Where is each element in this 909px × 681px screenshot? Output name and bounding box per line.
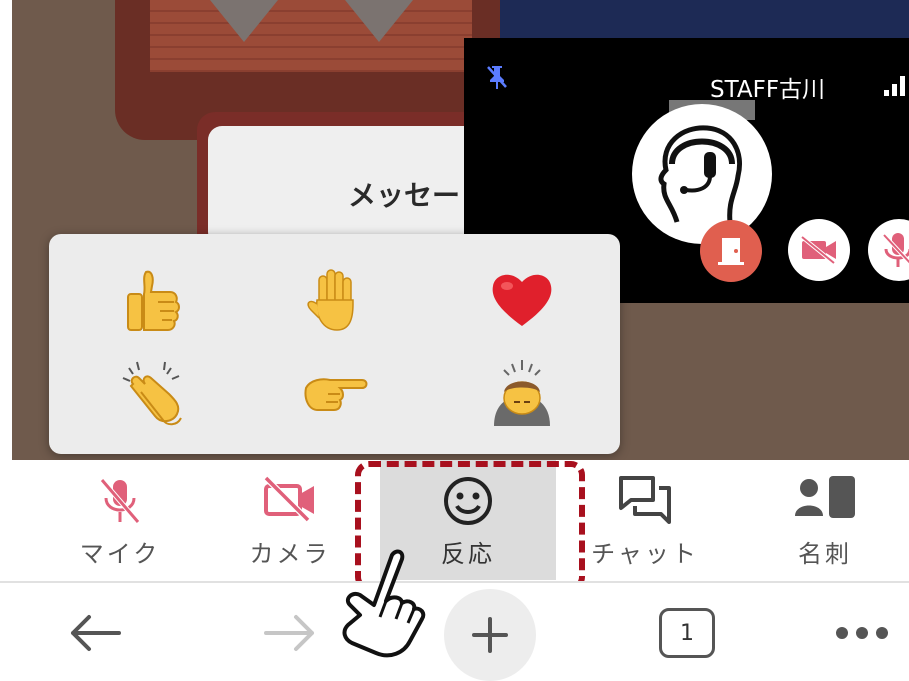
left-edge bbox=[0, 0, 12, 460]
chat-label: チャット bbox=[591, 540, 699, 568]
bowing-person-icon bbox=[494, 360, 550, 426]
reaction-heart[interactable] bbox=[482, 259, 562, 339]
chat-bubbles-icon bbox=[619, 476, 671, 524]
clapping-hands-icon bbox=[122, 361, 182, 426]
arrow-left-icon bbox=[71, 615, 121, 651]
heart-icon bbox=[492, 274, 552, 326]
more-menu-button[interactable] bbox=[822, 593, 902, 673]
window-frame bbox=[500, 0, 909, 40]
brick-pattern bbox=[150, 0, 472, 72]
wall-ornament bbox=[345, 0, 413, 42]
reaction-raised-hand[interactable] bbox=[294, 259, 374, 339]
reaction-thumbs-up[interactable] bbox=[113, 259, 193, 339]
new-tab-button[interactable] bbox=[444, 589, 536, 681]
tab-count: 1 bbox=[680, 620, 694, 646]
arrow-right-icon bbox=[264, 615, 314, 651]
camera-off-icon bbox=[800, 235, 836, 265]
pin-off-icon[interactable] bbox=[486, 64, 508, 90]
raised-hand-icon bbox=[307, 269, 354, 331]
leave-room-button[interactable] bbox=[700, 220, 762, 282]
camera-off-icon bbox=[263, 475, 314, 523]
reaction-picker bbox=[49, 234, 620, 454]
message-card: メッセー bbox=[208, 126, 478, 246]
tab-switcher-button[interactable]: 1 bbox=[642, 593, 732, 673]
mic-label: マイク bbox=[79, 540, 161, 568]
mic-off-status bbox=[868, 219, 909, 281]
browser-navbar: 1 bbox=[0, 583, 909, 681]
more-dots-icon bbox=[836, 627, 888, 639]
tab-count-box: 1 bbox=[659, 608, 715, 658]
mic-off-icon bbox=[882, 233, 909, 267]
mic-off-icon bbox=[100, 478, 140, 524]
forward-button[interactable] bbox=[245, 593, 335, 673]
reaction-clapping-hands[interactable] bbox=[113, 354, 193, 434]
thumbs-up-icon bbox=[127, 270, 180, 331]
signal-strength-icon bbox=[884, 76, 909, 96]
wall-ornament bbox=[210, 0, 278, 42]
door-exit-icon bbox=[718, 238, 744, 265]
business-card-icon bbox=[795, 476, 855, 518]
pointing-right-icon bbox=[304, 378, 368, 411]
camera-off-status bbox=[788, 219, 850, 281]
business-card-button[interactable]: 名刺 bbox=[750, 460, 900, 580]
chat-button[interactable]: チャット bbox=[570, 460, 720, 580]
message-card-title: メッセー bbox=[348, 179, 461, 212]
card-label: 名刺 bbox=[798, 540, 852, 568]
mic-button[interactable]: マイク bbox=[40, 460, 200, 580]
reaction-bowing-person[interactable] bbox=[482, 354, 562, 434]
reaction-pointing-right[interactable] bbox=[294, 354, 374, 434]
plus-icon bbox=[472, 617, 508, 653]
back-button[interactable] bbox=[50, 593, 140, 673]
tap-hand-cursor-icon bbox=[342, 549, 426, 658]
participant-name: STAFF古川 bbox=[710, 77, 826, 103]
